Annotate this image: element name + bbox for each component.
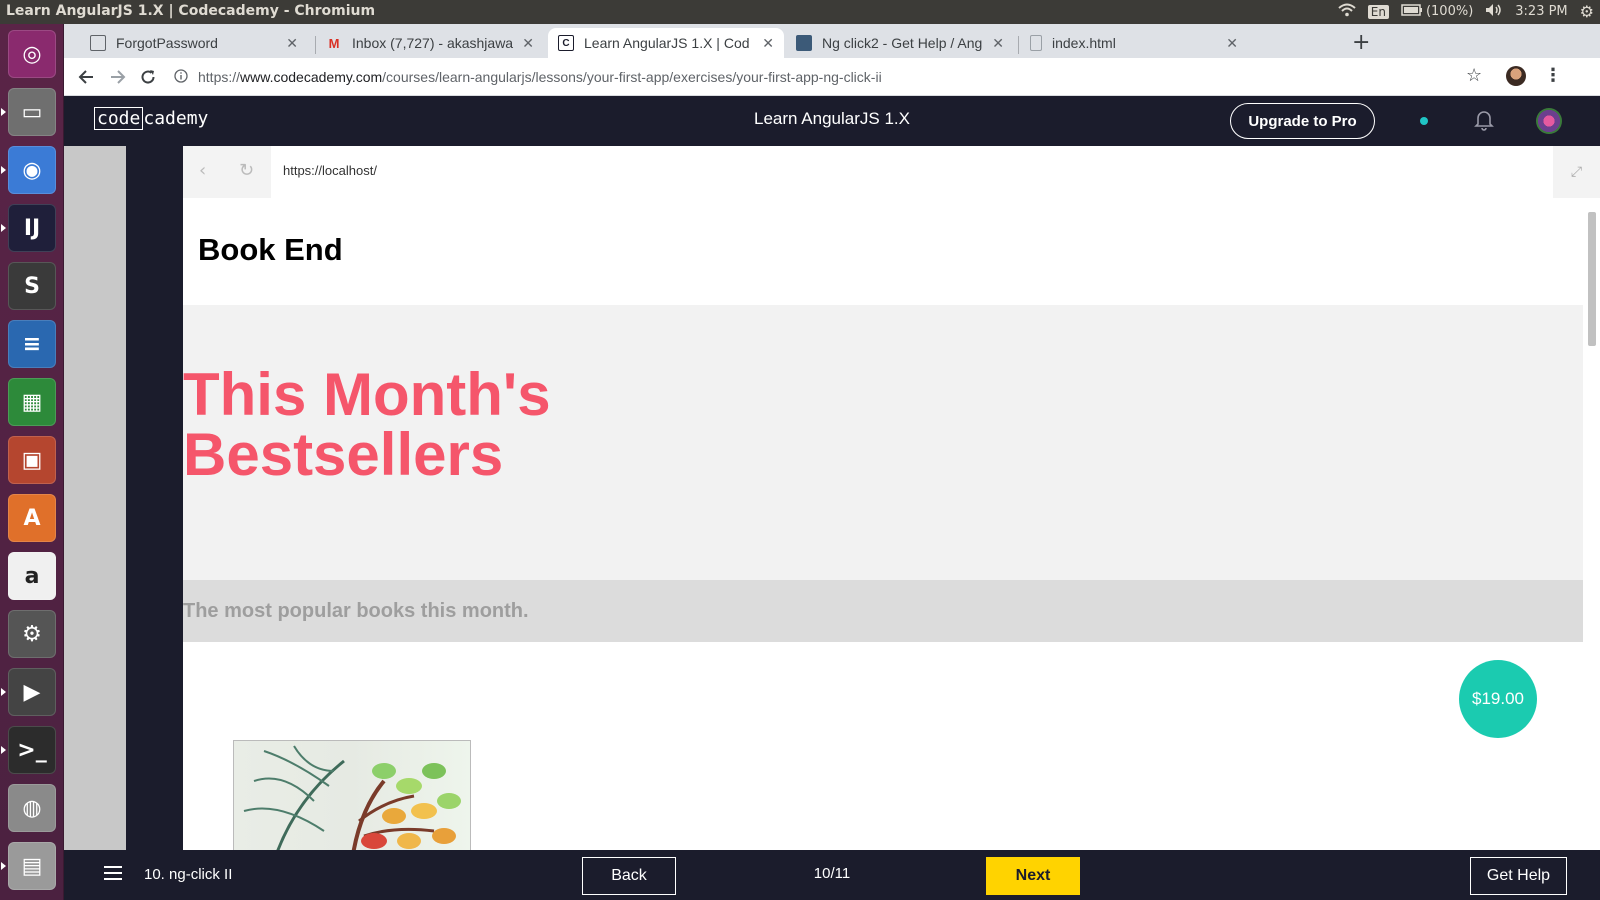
- clock[interactable]: 3:23 PM: [1515, 4, 1567, 19]
- tab-forgot-password[interactable]: ForgotPassword ✕: [80, 28, 308, 58]
- tab-ng-click2-help[interactable]: Ng click2 - Get Help / Ang ✕: [786, 28, 1014, 58]
- preview-back-icon[interactable]: ‹: [199, 160, 206, 181]
- codecademy-header: code cademy Learn AngularJS 1.X Upgrade t…: [64, 96, 1600, 146]
- get-help-button[interactable]: Get Help: [1470, 857, 1567, 895]
- unity-launcher: ◎ ▭ ◉ IJ S ≡ ▦ ▣ Aa ⚙ ▶ >_ ◍ ▤: [0, 24, 64, 900]
- user-avatar[interactable]: [1536, 108, 1562, 134]
- impress-icon[interactable]: ▣: [8, 436, 56, 484]
- site-header: Book End: [183, 198, 1583, 305]
- tab-learn-angularjs[interactable]: C Learn AngularJS 1.X | Cod ✕: [548, 28, 784, 58]
- volume-icon[interactable]: [1485, 3, 1503, 21]
- subtitle-band: The most popular books this month.: [183, 580, 1583, 642]
- tab-strip: ForgotPassword ✕ M Inbox (7,727) - akash…: [64, 24, 1600, 58]
- tab-label: Inbox (7,727) - akashjawa: [352, 35, 514, 51]
- notifications-bell-icon[interactable]: [1474, 109, 1494, 135]
- forward-arrow-icon[interactable]: [106, 65, 130, 89]
- exercise-progress: 10/11: [813, 865, 851, 882]
- running-indicator: [1, 862, 6, 870]
- ubuntu-dash-icon[interactable]: ◎: [8, 30, 56, 78]
- tab-close-icon[interactable]: ✕: [286, 35, 298, 52]
- lesson-footer: 10. ng-click II Back 10/11 Next Get Help: [64, 850, 1600, 900]
- running-indicator: [1, 108, 6, 116]
- intellij-icon[interactable]: IJ: [8, 204, 56, 252]
- tab-label: Learn AngularJS 1.X | Cod: [584, 35, 750, 51]
- new-tab-button[interactable]: +: [1352, 30, 1370, 55]
- battery-percentage: (100%): [1425, 4, 1474, 19]
- battery-icon: [1401, 3, 1423, 20]
- system-indicators: En (100%) 3:23 PM ⚙: [1338, 2, 1594, 21]
- hero-subtitle: The most popular books this month.: [183, 600, 529, 622]
- tab-index-html[interactable]: index.html ✕: [1020, 28, 1248, 58]
- online-status-dot: [1420, 117, 1428, 125]
- preview-address-bar: ‹ ↻ https://localhost/ ⤢: [183, 146, 1600, 198]
- document-favicon-icon: [90, 35, 106, 51]
- os-top-panel: Learn AngularJS 1.X | Codecademy - Chrom…: [0, 0, 1600, 24]
- window-title: Learn AngularJS 1.X | Codecademy - Chrom…: [6, 3, 376, 19]
- session-gear-icon[interactable]: ⚙: [1580, 2, 1594, 21]
- keyboard-layout-indicator[interactable]: En: [1367, 4, 1389, 19]
- left-gutter: [64, 146, 126, 850]
- browser-menu-icon[interactable]: ⋮: [1544, 65, 1562, 86]
- back-arrow-icon[interactable]: [74, 65, 98, 89]
- url-scheme: https://: [198, 69, 241, 85]
- disk-icon[interactable]: ◍: [8, 784, 56, 832]
- file-favicon-icon: [1030, 35, 1042, 51]
- address-bar[interactable]: https://www.codecademy.com/courses/learn…: [174, 63, 1474, 91]
- sublime-icon[interactable]: S: [8, 262, 56, 310]
- system-settings-icon[interactable]: ⚙: [8, 610, 56, 658]
- book-cover-image[interactable]: [233, 740, 471, 850]
- files-icon[interactable]: ▭: [8, 88, 56, 136]
- preview-scrollbar[interactable]: [1583, 198, 1600, 850]
- battery-indicator[interactable]: (100%): [1401, 3, 1474, 20]
- profile-avatar[interactable]: [1506, 66, 1526, 86]
- tab-close-icon[interactable]: ✕: [522, 35, 534, 52]
- tab-label: Ng click2 - Get Help / Ang: [822, 35, 983, 51]
- running-indicator: [1, 166, 6, 174]
- gmail-favicon-icon: M: [328, 35, 340, 51]
- chromium-icon[interactable]: ◉: [8, 146, 56, 194]
- video-editor-icon[interactable]: ▶: [8, 668, 56, 716]
- tab-separator: [1018, 36, 1019, 54]
- collapsed-code-panel: [126, 146, 183, 850]
- bookmark-star-icon[interactable]: ☆: [1466, 65, 1482, 86]
- expand-icon[interactable]: ⤢: [1553, 146, 1600, 198]
- drive-icon[interactable]: ▤: [8, 842, 56, 890]
- preview-url[interactable]: https://localhost/: [283, 163, 377, 178]
- forum-favicon-icon: [796, 35, 812, 51]
- tab-label: ForgotPassword: [116, 35, 218, 51]
- next-button[interactable]: Next: [986, 857, 1080, 895]
- calc-icon[interactable]: ▦: [8, 378, 56, 426]
- running-indicator: [1, 224, 6, 232]
- amazon-icon[interactable]: a: [8, 552, 56, 600]
- tab-close-icon[interactable]: ✕: [762, 35, 774, 52]
- codecademy-favicon-icon: C: [558, 35, 574, 51]
- tab-close-icon[interactable]: ✕: [1226, 35, 1238, 52]
- browser-toolbar: https://www.codecademy.com/courses/learn…: [64, 58, 1600, 96]
- url-host: www.codecademy.com: [240, 69, 383, 85]
- preview-reload-icon[interactable]: ↻: [239, 160, 254, 181]
- browser-preview: ‹ ↻ https://localhost/ ⤢ Book End This M…: [183, 146, 1600, 850]
- upgrade-to-pro-button[interactable]: Upgrade to Pro: [1230, 103, 1375, 139]
- url-path: /courses/learn-angularjs/lessons/your-fi…: [382, 69, 882, 85]
- software-center-icon[interactable]: A: [8, 494, 56, 542]
- scrollbar-thumb[interactable]: [1588, 212, 1596, 346]
- hero-section: This Month's Bestsellers: [183, 305, 1583, 580]
- writer-icon[interactable]: ≡: [8, 320, 56, 368]
- site-name: Book End: [198, 232, 343, 267]
- tab-close-icon[interactable]: ✕: [992, 35, 1004, 52]
- site-info-icon[interactable]: [174, 68, 188, 86]
- tab-gmail-inbox[interactable]: M Inbox (7,727) - akashjawa ✕: [316, 28, 544, 58]
- book-list: [183, 642, 1583, 850]
- wifi-icon[interactable]: [1338, 3, 1356, 21]
- terminal-icon[interactable]: >_: [8, 726, 56, 774]
- hero-title: This Month's Bestsellers: [183, 361, 551, 488]
- price-badge: $19.00: [1459, 660, 1537, 738]
- running-indicator: [1, 746, 6, 754]
- running-indicator: [1, 688, 6, 696]
- preview-nav: ‹ ↻: [183, 146, 271, 198]
- reload-icon[interactable]: [136, 65, 160, 89]
- tab-label: index.html: [1052, 35, 1116, 51]
